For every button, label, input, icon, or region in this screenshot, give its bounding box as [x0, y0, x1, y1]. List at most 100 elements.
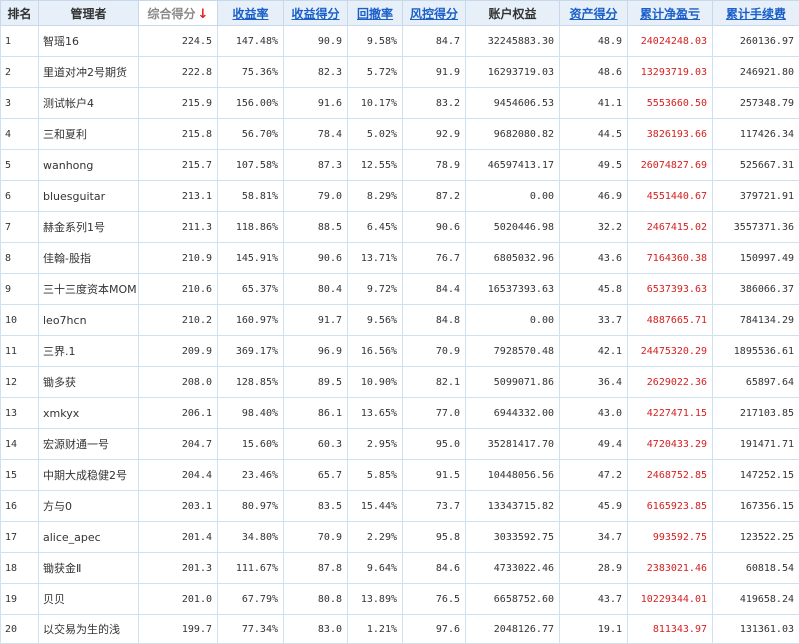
- cell-risk-score: 84.7: [403, 26, 466, 57]
- column-header-net-profit[interactable]: 累计净盈亏: [628, 1, 713, 26]
- cell-asset-score: 49.4: [560, 429, 628, 460]
- cell-fees: 117426.34: [713, 119, 799, 150]
- cell-fees: 419658.24: [713, 584, 799, 615]
- cell-risk-score: 92.9: [403, 119, 466, 150]
- cell-fees: 167356.15: [713, 491, 799, 522]
- column-header-manager: 管理者: [39, 1, 139, 26]
- cell-drawdown: 10.17%: [348, 88, 403, 119]
- cell-manager: 三界.1: [39, 336, 139, 367]
- cell-rank: 7: [1, 212, 39, 243]
- cell-equity: 5020446.98: [466, 212, 560, 243]
- cell-fees: 1895536.61: [713, 336, 799, 367]
- cell-risk-score: 76.5: [403, 584, 466, 615]
- column-header-fees[interactable]: 累计手续费: [713, 1, 799, 26]
- cell-fees: 3557371.36: [713, 212, 799, 243]
- cell-return-rate: 65.37%: [218, 274, 284, 305]
- cell-score: 215.9: [139, 88, 218, 119]
- cell-score: 206.1: [139, 398, 218, 429]
- cell-fees: 386066.37: [713, 274, 799, 305]
- cell-asset-score: 45.9: [560, 491, 628, 522]
- cell-equity: 6658752.60: [466, 584, 560, 615]
- cell-equity: 3033592.75: [466, 522, 560, 553]
- cell-risk-score: 90.6: [403, 212, 466, 243]
- column-header-risk-score[interactable]: 风控得分: [403, 1, 466, 26]
- cell-return-rate: 98.40%: [218, 398, 284, 429]
- cell-net-profit: 24024248.03: [628, 26, 713, 57]
- cell-fees: 123522.25: [713, 522, 799, 553]
- sort-descending-icon: ↓: [198, 7, 209, 22]
- cell-manager: xmkyx: [39, 398, 139, 429]
- cell-fees: 65897.64: [713, 367, 799, 398]
- cell-equity: 7928570.48: [466, 336, 560, 367]
- cell-asset-score: 48.9: [560, 26, 628, 57]
- cell-fees: 60818.54: [713, 553, 799, 584]
- table-row: 3测试帐户4215.9156.00%91.610.17%83.29454606.…: [1, 88, 799, 119]
- cell-net-profit: 2467415.02: [628, 212, 713, 243]
- cell-manager: 宏源财通一号: [39, 429, 139, 460]
- cell-risk-score: 73.7: [403, 491, 466, 522]
- cell-return-score: 82.3: [284, 57, 348, 88]
- cell-net-profit: 13293719.03: [628, 57, 713, 88]
- cell-asset-score: 43.6: [560, 243, 628, 274]
- cell-return-score: 65.7: [284, 460, 348, 491]
- cell-risk-score: 77.0: [403, 398, 466, 429]
- cell-manager: 里道对冲2号期货: [39, 57, 139, 88]
- column-header-rank: 排名: [1, 1, 39, 26]
- cell-risk-score: 84.8: [403, 305, 466, 336]
- cell-net-profit: 24475320.29: [628, 336, 713, 367]
- cell-asset-score: 34.7: [560, 522, 628, 553]
- cell-score: 208.0: [139, 367, 218, 398]
- cell-return-score: 91.7: [284, 305, 348, 336]
- cell-score: 210.6: [139, 274, 218, 305]
- cell-score: 211.3: [139, 212, 218, 243]
- cell-score: 204.7: [139, 429, 218, 460]
- cell-manager: 以交易为生的浅: [39, 615, 139, 644]
- cell-drawdown: 9.72%: [348, 274, 403, 305]
- cell-fees: 257348.79: [713, 88, 799, 119]
- column-header-score[interactable]: 综合得分↓: [139, 1, 218, 26]
- cell-rank: 13: [1, 398, 39, 429]
- cell-fees: 150997.49: [713, 243, 799, 274]
- cell-manager: 赫金系列1号: [39, 212, 139, 243]
- cell-return-score: 90.6: [284, 243, 348, 274]
- cell-score: 203.1: [139, 491, 218, 522]
- cell-net-profit: 7164360.38: [628, 243, 713, 274]
- cell-return-rate: 111.67%: [218, 553, 284, 584]
- cell-asset-score: 42.1: [560, 336, 628, 367]
- cell-risk-score: 82.1: [403, 367, 466, 398]
- table-row: 12锄多获208.0128.85%89.510.90%82.15099071.8…: [1, 367, 799, 398]
- column-header-return-score[interactable]: 收益得分: [284, 1, 348, 26]
- cell-equity: 2048126.77: [466, 615, 560, 644]
- cell-risk-score: 95.8: [403, 522, 466, 553]
- cell-rank: 4: [1, 119, 39, 150]
- cell-net-profit: 4227471.15: [628, 398, 713, 429]
- cell-drawdown: 2.29%: [348, 522, 403, 553]
- cell-risk-score: 97.6: [403, 615, 466, 644]
- cell-return-score: 88.5: [284, 212, 348, 243]
- cell-manager: bluesguitar: [39, 181, 139, 212]
- column-header-asset-score[interactable]: 资产得分: [560, 1, 628, 26]
- cell-score: 201.3: [139, 553, 218, 584]
- cell-return-rate: 15.60%: [218, 429, 284, 460]
- column-header-return-rate[interactable]: 收益率: [218, 1, 284, 26]
- cell-score: 204.4: [139, 460, 218, 491]
- cell-equity: 5099071.86: [466, 367, 560, 398]
- cell-manager: 测试帐户4: [39, 88, 139, 119]
- column-header-label: 累计净盈亏: [640, 7, 700, 21]
- cell-equity: 9454606.53: [466, 88, 560, 119]
- cell-fees: 246921.80: [713, 57, 799, 88]
- column-header-label: 综合得分: [148, 7, 196, 21]
- cell-net-profit: 3826193.66: [628, 119, 713, 150]
- cell-drawdown: 6.45%: [348, 212, 403, 243]
- cell-risk-score: 95.0: [403, 429, 466, 460]
- table-header-row: 排名管理者综合得分↓收益率收益得分回撤率风控得分账户权益资产得分累计净盈亏累计手…: [1, 1, 799, 26]
- cell-asset-score: 43.0: [560, 398, 628, 429]
- column-header-drawdown[interactable]: 回撤率: [348, 1, 403, 26]
- cell-equity: 4733022.46: [466, 553, 560, 584]
- cell-net-profit: 2383021.46: [628, 553, 713, 584]
- cell-equity: 35281417.70: [466, 429, 560, 460]
- cell-rank: 5: [1, 150, 39, 181]
- cell-drawdown: 5.72%: [348, 57, 403, 88]
- cell-rank: 11: [1, 336, 39, 367]
- cell-equity: 13343715.82: [466, 491, 560, 522]
